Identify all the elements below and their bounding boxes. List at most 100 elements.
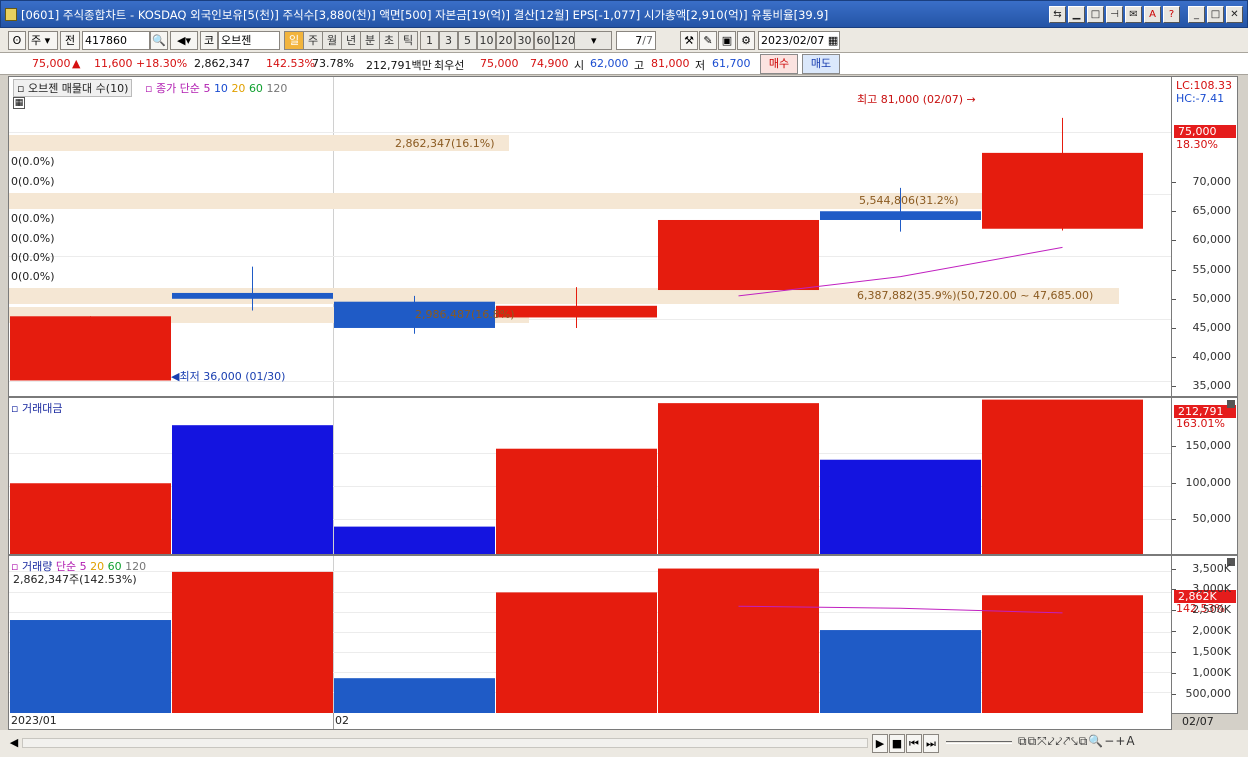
volume-ratio: 142.53% bbox=[266, 57, 315, 70]
ma-legend[interactable]: ▫ 종가 단순 5 10 20 60 120 bbox=[145, 80, 287, 96]
interval-button[interactable]: 30 bbox=[515, 31, 534, 50]
volume-tick-mark bbox=[1172, 694, 1176, 696]
zoom-slider[interactable] bbox=[946, 741, 1012, 744]
price-axis: LC:108.33 HC:-7.41 75,000 18.30% 70,000 6… bbox=[1172, 76, 1238, 397]
tool-icon[interactable]: ⚒ bbox=[680, 31, 698, 50]
amount-bar bbox=[172, 425, 333, 554]
open-value: 62,000 bbox=[590, 57, 629, 70]
draw-icon[interactable]: ✎ bbox=[699, 31, 717, 50]
low-value: 61,700 bbox=[712, 57, 751, 70]
speaker-icon[interactable]: ◀▾ bbox=[170, 31, 198, 50]
prev-button[interactable]: 전 bbox=[60, 31, 80, 50]
count-input[interactable]: 7/7 bbox=[616, 31, 656, 50]
panel-close-icon[interactable] bbox=[1227, 400, 1235, 408]
stop-icon[interactable]: ■ bbox=[889, 734, 905, 753]
pin-icon[interactable]: ⊣ bbox=[1106, 6, 1123, 23]
maximize-button[interactable]: □ bbox=[1207, 6, 1224, 23]
interval-button[interactable]: 60 bbox=[534, 31, 553, 50]
minimize-button[interactable]: _ bbox=[1188, 6, 1205, 23]
volume-bar bbox=[982, 595, 1143, 713]
amount-pct: 163.01% bbox=[1176, 417, 1225, 430]
interval-button[interactable]: 3 bbox=[439, 31, 458, 50]
price-value: 75,000 bbox=[32, 57, 71, 70]
save-icon[interactable]: ▣ bbox=[718, 31, 736, 50]
price-tick-label: 60,000 bbox=[1192, 233, 1232, 247]
rewind-icon[interactable]: ⏮ bbox=[906, 734, 922, 753]
volume-panel[interactable]: ▫ 거래량 단순 5 20 60 120 2,862,347주(142.53%) bbox=[8, 555, 1172, 714]
interval-button[interactable]: 1 bbox=[420, 31, 439, 50]
price-tick-label: 35,000 bbox=[1192, 379, 1232, 393]
volume-tick-mark bbox=[1172, 631, 1176, 633]
play-icon[interactable]: ▶ bbox=[872, 734, 888, 753]
price-tick-label: 40,000 bbox=[1192, 350, 1232, 364]
scroll-left-icon[interactable]: ◀ bbox=[8, 734, 20, 753]
mail-icon[interactable]: ✉ bbox=[1125, 6, 1142, 23]
stock-name-field[interactable]: 오브젠 bbox=[218, 31, 280, 50]
period-type-select[interactable]: 주 ▾ bbox=[28, 31, 58, 50]
font-icon[interactable]: A bbox=[1144, 6, 1161, 23]
volume-tick-label: 500,000 bbox=[1185, 687, 1232, 701]
scrollbar-track[interactable] bbox=[22, 738, 868, 748]
hc-label: HC:-7.41 bbox=[1176, 92, 1225, 105]
forward-icon[interactable]: ⏭ bbox=[923, 734, 939, 753]
period-button[interactable]: 년 bbox=[341, 31, 361, 50]
volume-tick-label: 2,500K bbox=[1192, 603, 1231, 617]
interval-button[interactable]: 20 bbox=[496, 31, 515, 50]
price-tick-label: 65,000 bbox=[1192, 204, 1232, 218]
turnover-pct: 73.78% bbox=[312, 57, 354, 70]
volume-tick-mark bbox=[1172, 610, 1176, 612]
interval-button[interactable]: 5 bbox=[458, 31, 477, 50]
volume-bar bbox=[496, 592, 657, 713]
stock-code-input[interactable]: 417860 bbox=[82, 31, 150, 50]
settings-icon[interactable]: ⚙ bbox=[737, 31, 755, 50]
period-button[interactable]: 틱 bbox=[398, 31, 418, 50]
price-tick-mark bbox=[1172, 357, 1176, 359]
sell-button[interactable]: 매도 bbox=[802, 54, 840, 74]
amount-bar bbox=[10, 483, 171, 554]
grid-icon[interactable]: ▦ bbox=[13, 97, 25, 109]
volume-current: 2,862,347주(142.53%) bbox=[13, 573, 137, 586]
help-icon[interactable]: ? bbox=[1163, 6, 1180, 23]
period-button[interactable]: 분 bbox=[360, 31, 380, 50]
date-input[interactable]: 2023/02/07 ▦ bbox=[758, 31, 840, 50]
buy-button[interactable]: 매수 bbox=[760, 54, 798, 74]
amount-bar bbox=[982, 399, 1143, 554]
code-lock-icon[interactable]: ʘ bbox=[8, 31, 26, 50]
minimize-panel-icon[interactable]: ▁ bbox=[1068, 6, 1085, 23]
vp-label-1: 2,862,347(16.1%) bbox=[395, 137, 495, 150]
amount-legend[interactable]: ▫ 거래대금 bbox=[11, 400, 62, 416]
interval-button[interactable]: 120 bbox=[553, 31, 575, 50]
interval-button[interactable]: 10 bbox=[477, 31, 496, 50]
period-button[interactable]: 월 bbox=[322, 31, 342, 50]
period-button[interactable]: 초 bbox=[379, 31, 399, 50]
market-tag: 코 bbox=[200, 31, 218, 50]
zero-label-3: 0(0.0%) bbox=[11, 212, 55, 225]
period-button[interactable]: 일 bbox=[284, 31, 304, 50]
volume-bar bbox=[334, 678, 495, 713]
zero-label-1: 0(0.0%) bbox=[11, 155, 55, 168]
ask-value: 75,000 bbox=[480, 57, 519, 70]
title-bar: [0601] 주식종합차트 - KOSDAQ 외국인보유[5(천)] 주식수[3… bbox=[0, 0, 1248, 28]
x-label-jan: 2023/01 bbox=[11, 714, 57, 727]
toolbar: ʘ 주 ▾ 전 417860 🔍 ◀▾ 코 오브젠 일주월년분초틱 1 3 5 10 2… bbox=[0, 28, 1248, 53]
search-icon[interactable]: 🔍 bbox=[150, 31, 168, 50]
tool-icons[interactable]: ⧉⧉⤧⤦⤦⤤⤥⧉🔍−+A bbox=[1018, 734, 1136, 749]
period-button[interactable]: 주 bbox=[303, 31, 323, 50]
volume-tick-mark bbox=[1172, 589, 1176, 591]
link-icon[interactable]: ⇆ bbox=[1049, 6, 1066, 23]
price-tick-mark bbox=[1172, 182, 1176, 184]
volume-tick-mark bbox=[1172, 652, 1176, 654]
window-icon[interactable]: □ bbox=[1087, 6, 1104, 23]
vp-label-4: 2,986,487(16.8%) bbox=[415, 308, 515, 321]
zero-label-6: 0(0.0%) bbox=[11, 270, 55, 283]
price-legend[interactable]: ▫ 오브젠 매물대 수(10) bbox=[13, 79, 133, 97]
volume-tick-mark bbox=[1172, 673, 1176, 675]
price-chart-panel[interactable]: ▫ 오브젠 매물대 수(10) ▫ 종가 단순 5 10 20 60 120 ▦… bbox=[8, 76, 1172, 397]
best-label: 최우선 bbox=[434, 59, 465, 72]
amount-panel[interactable]: ▫ 거래대금 bbox=[8, 397, 1172, 555]
volume-axis: 2,862K 142.53% 3,500K 3,000K 2,500K 2,000K 1… bbox=[1172, 555, 1238, 714]
close-button[interactable]: ✕ bbox=[1226, 6, 1243, 23]
interval-select[interactable]: ▾ bbox=[574, 31, 612, 50]
high-note: 최고 81,000 (02/07) → bbox=[857, 93, 976, 106]
amount-tick-mark bbox=[1172, 519, 1176, 521]
